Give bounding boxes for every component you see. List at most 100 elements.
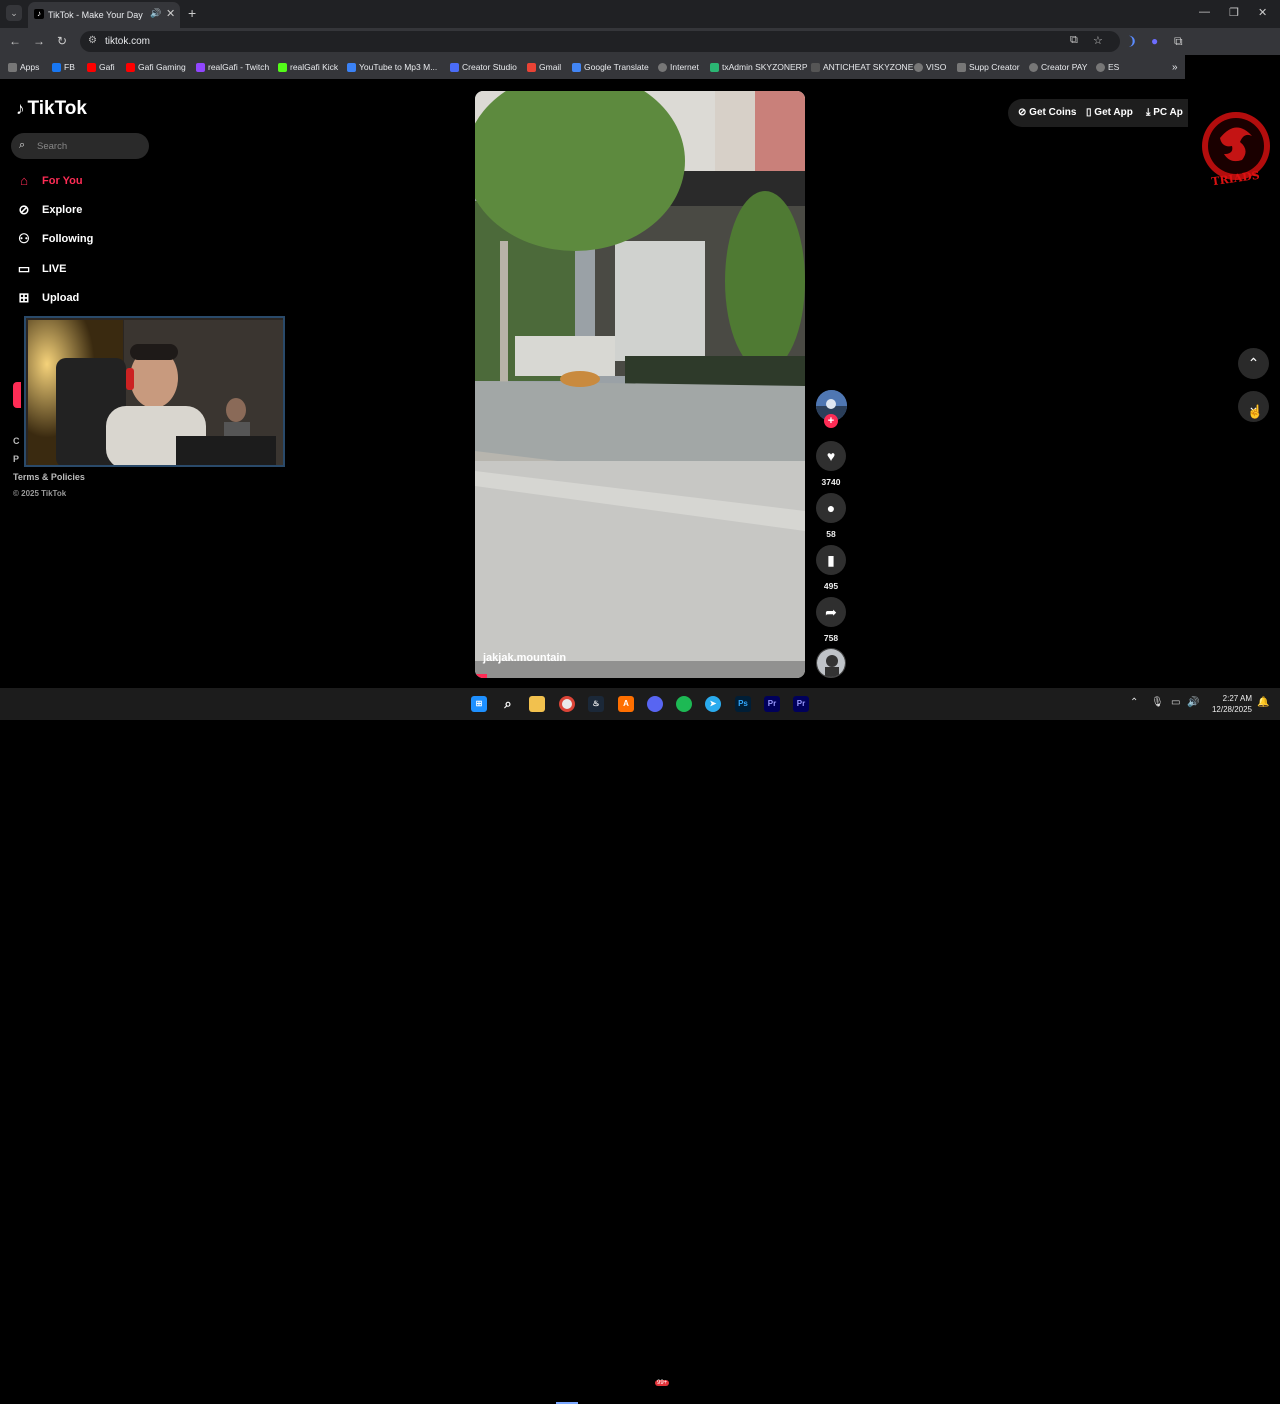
share-button[interactable]: ➦ [816, 597, 846, 627]
network-icon[interactable]: ▭ [1171, 697, 1180, 708]
translate-icon [572, 62, 581, 72]
bookmark-item[interactable]: Gmail [527, 62, 561, 72]
bookmark-item[interactable]: Creator Studio [450, 62, 517, 72]
telegram-icon[interactable]: ➤ [705, 696, 721, 712]
terms-policies-link[interactable]: Terms & Policies [13, 472, 85, 482]
search-icon[interactable]: ⌕ [500, 696, 516, 712]
forward-button[interactable]: → [33, 34, 45, 48]
sidebar-item-live[interactable]: ▭ LIVE [16, 261, 67, 277]
music-disc-button[interactable] [816, 648, 846, 678]
pc-app-label: PC Ap [1153, 107, 1183, 118]
system-clock[interactable]: 2:27 AM 12/28/2025 [1206, 693, 1252, 715]
tab-search-button[interactable]: ⌄ [6, 5, 22, 21]
save-count: 495 [823, 581, 839, 591]
browser-tab-bar: ⌄ ♪ TikTok - Make Your Day 🔊 ✕ + — ❐ ✕ [0, 0, 1280, 28]
pc-app-button[interactable]: ⤓ PC Ap [1146, 107, 1183, 118]
bookmark-item[interactable]: Apps [8, 62, 39, 72]
premiere-icon[interactable]: Pr [764, 696, 780, 712]
bookmark-label: realGafi Kick [290, 62, 339, 72]
browser-tab[interactable]: ♪ TikTok - Make Your Day 🔊 ✕ [28, 2, 180, 28]
comment-button[interactable]: ● [816, 493, 846, 523]
reload-button[interactable]: ↻ [57, 34, 67, 48]
bookmark-star-icon[interactable]: ☆ [1093, 34, 1103, 47]
url-text[interactable]: tiktok.com [105, 36, 150, 47]
previous-video-button[interactable]: ⌃ [1238, 348, 1269, 379]
back-button[interactable]: ← [9, 34, 21, 48]
bookmark-item[interactable]: txAdmin SKYZONERP [710, 62, 808, 72]
photoshop-icon[interactable]: Ps [735, 696, 751, 712]
search-input[interactable]: ⌕ Search [11, 133, 149, 159]
login-button-edge[interactable] [13, 382, 21, 408]
file-explorer-icon[interactable] [529, 696, 545, 712]
heart-icon: ♥ [826, 448, 836, 464]
webcam-image [26, 318, 283, 465]
address-bar[interactable]: ⚙ tiktok.com ⧉ ☆ [80, 31, 1120, 52]
minimize-button[interactable]: — [1199, 6, 1210, 18]
site-settings-icon[interactable]: ⚙ [88, 35, 97, 46]
bookmark-item[interactable]: FB [52, 62, 75, 72]
sidebar-item-upload[interactable]: ⊞ Upload [16, 290, 80, 306]
tiktok-logo[interactable]: ♪ TikTok [16, 98, 87, 120]
footer-link-partial[interactable]: C [13, 436, 20, 446]
notifications-bell-icon[interactable]: 🔔 [1257, 697, 1269, 708]
globe-icon [658, 62, 667, 72]
discord-icon[interactable] [647, 696, 663, 712]
more-bookmarks-button[interactable]: » [1172, 62, 1178, 73]
microphone-icon[interactable]: 🎙 [1151, 697, 1164, 708]
sidebar-item-for-you[interactable]: ⌂ For You [16, 173, 82, 189]
windows-start-icon[interactable]: ⊞ [471, 696, 487, 712]
get-app-button[interactable]: ▯ Get App [1086, 107, 1133, 118]
spotify-icon[interactable] [676, 696, 692, 712]
bookmark-item[interactable]: realGafi Kick [278, 62, 338, 72]
save-button[interactable]: ▮ [816, 545, 846, 575]
bookmark-label: VISO [926, 62, 947, 72]
bookmark-label: realGafi - Twitch [208, 62, 270, 72]
gmail-icon [527, 62, 536, 72]
bookmark-item[interactable]: Google Translate [572, 62, 649, 72]
volume-icon[interactable]: 🔊 [1187, 697, 1199, 708]
bookmark-label: Apps [20, 62, 40, 72]
speaker-icon[interactable]: 🔊 [150, 8, 161, 19]
mouse-cursor-icon: ☝ [1247, 404, 1264, 419]
footer-link-partial[interactable]: P [13, 454, 19, 464]
chrome-icon[interactable] [559, 696, 575, 712]
bookmark-item[interactable]: ANTICHEAT SKYZONE [811, 62, 913, 72]
bookmark-item[interactable]: Gafi Gaming [126, 62, 186, 72]
new-tab-button[interactable]: + [188, 5, 196, 21]
tab-title: TikTok - Make Your Day [48, 10, 143, 20]
bookmark-item[interactable]: VISO [914, 62, 946, 72]
bookmark-item[interactable]: YouTube to Mp3 M... [347, 62, 437, 72]
youtube-icon [87, 62, 96, 72]
plus-square-icon: ⊞ [18, 290, 30, 305]
bookmark-item[interactable]: Gafi [87, 62, 115, 72]
video-player[interactable] [475, 91, 805, 678]
sidebar-item-following[interactable]: ⚇ Following [16, 231, 93, 247]
close-window-button[interactable]: ✕ [1258, 6, 1267, 19]
follow-plus-button[interactable]: + [824, 414, 838, 428]
tab-close-icon[interactable]: ✕ [166, 7, 175, 20]
premiere-icon[interactable]: Pr [793, 696, 809, 712]
search-placeholder: Search [37, 141, 68, 152]
bookmark-item[interactable]: Supp Creator [957, 62, 1020, 72]
like-button[interactable]: ♥ [816, 441, 846, 471]
tiktok-wordmark: TikTok [27, 98, 87, 119]
get-coins-button[interactable]: ⊘ Get Coins [1018, 107, 1076, 118]
tray-chevron-up-icon[interactable]: ⌃ [1130, 697, 1138, 708]
bookmark-item[interactable]: realGafi - Twitch [196, 62, 269, 72]
bookmark-item[interactable]: Internet [658, 62, 699, 72]
bookmark-item[interactable]: Creator PAY [1029, 62, 1087, 72]
bookmark-item[interactable]: ES [1096, 62, 1119, 72]
extension-icon[interactable]: ❩ [1127, 34, 1137, 48]
video-author[interactable]: jakjak.mountain [483, 652, 566, 664]
sidebar-item-explore[interactable]: ⊘ Explore [16, 202, 83, 218]
sidebar-item-label: Following [42, 233, 94, 245]
app-a-icon[interactable]: A [618, 696, 634, 712]
clock-time: 2:27 AM [1222, 694, 1252, 703]
maximize-button[interactable]: ❐ [1229, 6, 1239, 19]
steam-icon[interactable]: ♨ [588, 696, 604, 712]
sidebar-item-label: Explore [42, 204, 83, 216]
install-app-icon[interactable]: ⧉ [1070, 34, 1078, 47]
triads-logo: TRIADS [1200, 108, 1272, 198]
profile-extension-icon[interactable]: ● [1151, 34, 1158, 48]
extensions-menu-icon[interactable]: ⧉ [1174, 34, 1183, 49]
